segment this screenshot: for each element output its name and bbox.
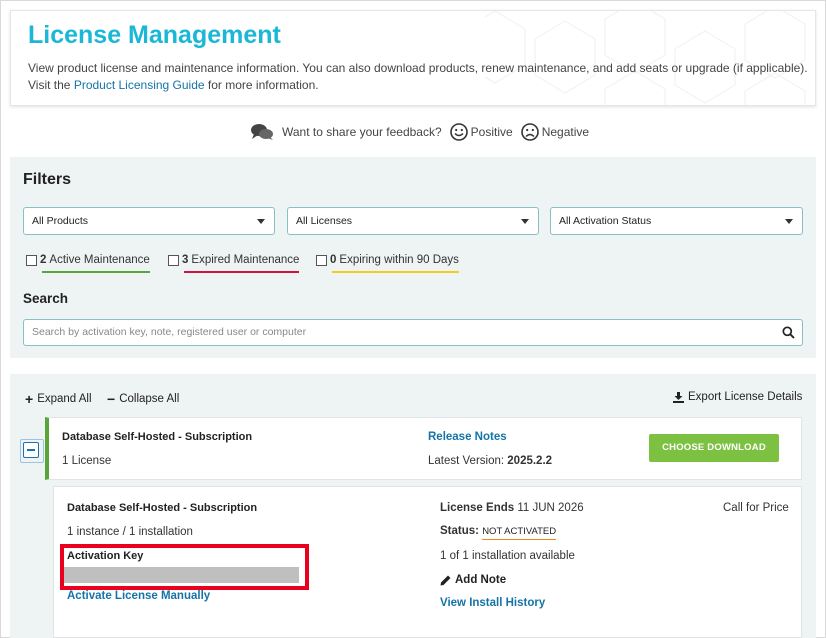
expiring-soon-count: 0 xyxy=(330,254,337,266)
price-text: Call for Price xyxy=(723,502,789,514)
status-label: Status: xyxy=(440,525,479,537)
minus-icon: − xyxy=(107,391,116,407)
negative-feedback-button[interactable]: Negative xyxy=(520,123,590,141)
positive-label: Positive xyxy=(470,125,513,139)
filters-panel: Filters All Products All Licenses All Ac… xyxy=(10,157,816,358)
expand-all-button[interactable]: + Expand All xyxy=(25,391,92,407)
license-detail-card: Database Self-Hosted - Subscription 1 in… xyxy=(53,486,802,638)
expand-all-label: Expand All xyxy=(37,393,92,405)
status-badge: NOT ACTIVATED xyxy=(482,526,557,540)
products-select-value: All Products xyxy=(32,215,89,227)
active-maintenance-label: Active Maintenance xyxy=(49,254,150,266)
products-select[interactable]: All Products xyxy=(23,207,275,235)
expiring-soon-underline xyxy=(332,271,459,273)
latest-version: Latest Version: 2025.2.2 xyxy=(428,455,552,467)
header-card: License Management View product license … xyxy=(10,10,816,106)
expiring-soon-checkbox[interactable] xyxy=(316,254,327,266)
license-name: Database Self-Hosted - Subscription xyxy=(67,502,258,514)
add-note-button[interactable]: Add Note xyxy=(440,574,506,586)
chat-bubbles-icon xyxy=(251,124,273,140)
page-description: View product license and maintenance inf… xyxy=(28,60,808,94)
active-maintenance-filter[interactable]: 2 Active Maintenance xyxy=(26,251,150,273)
activate-license-manually-link[interactable]: Activate License Manually xyxy=(67,590,210,602)
export-label: Export License Details xyxy=(688,391,803,403)
licenses-select[interactable]: All Licenses xyxy=(287,207,539,235)
expired-maintenance-label: Expired Maintenance xyxy=(191,254,300,266)
plus-icon: + xyxy=(25,391,34,407)
active-maintenance-underline xyxy=(42,271,150,273)
expired-maintenance-underline xyxy=(184,271,300,273)
choose-download-button[interactable]: CHOOSE DOWNLOAD xyxy=(649,434,779,462)
description-text-end: for more information. xyxy=(204,78,319,92)
latest-version-label: Latest Version: xyxy=(428,455,505,467)
license-list-panel: + Expand All − Collapse All Export Licen… xyxy=(10,374,816,638)
expired-maintenance-filter[interactable]: 3 Expired Maintenance xyxy=(168,251,300,273)
search-title: Search xyxy=(23,291,69,306)
license-count: 1 License xyxy=(62,455,112,467)
license-ends-label: License Ends xyxy=(440,502,515,514)
add-note-label: Add Note xyxy=(455,574,507,586)
release-notes-link[interactable]: Release Notes xyxy=(428,431,507,443)
search-placeholder: Search by activation key, note, register… xyxy=(32,326,307,338)
pencil-icon xyxy=(440,575,451,585)
chevron-down-icon xyxy=(785,219,793,224)
activation-status-select[interactable]: All Activation Status xyxy=(550,207,803,235)
download-icon xyxy=(673,391,684,403)
active-maintenance-count: 2 xyxy=(40,254,47,266)
product-licensing-guide-link[interactable]: Product Licensing Guide xyxy=(74,78,205,92)
license-ends: License Ends 11 JUN 2026 xyxy=(440,502,584,514)
instances-text: 1 instance / 1 installation xyxy=(67,526,193,538)
license-ends-date: 11 JUN 2026 xyxy=(517,502,584,514)
view-install-history-link[interactable]: View Install History xyxy=(440,597,545,609)
activation-key-highlight xyxy=(60,544,309,590)
product-card: Database Self-Hosted - Subscription 1 Li… xyxy=(45,417,802,480)
activation-status: Status: NOT ACTIVATED xyxy=(440,525,557,540)
feedback-row: Want to share your feedback? Positive Ne… xyxy=(250,121,589,143)
product-name: Database Self-Hosted - Subscription xyxy=(62,431,253,443)
search-input[interactable]: Search by activation key, note, register… xyxy=(23,319,803,346)
search-icon[interactable] xyxy=(782,326,795,339)
filters-title: Filters xyxy=(23,171,72,188)
active-maintenance-checkbox[interactable] xyxy=(26,254,37,266)
licenses-select-value: All Licenses xyxy=(296,215,353,227)
activation-status-select-value: All Activation Status xyxy=(559,215,652,227)
chevron-down-icon xyxy=(257,219,265,224)
page-title: License Management xyxy=(28,21,281,49)
smile-icon xyxy=(449,123,468,141)
latest-version-value: 2025.2.2 xyxy=(507,455,553,467)
collapse-all-button[interactable]: − Collapse All xyxy=(107,391,179,407)
frown-icon xyxy=(520,123,539,141)
collapse-product-toggle[interactable] xyxy=(20,439,44,463)
negative-label: Negative xyxy=(541,125,590,139)
expiring-soon-filter[interactable]: 0 Expiring within 90 Days xyxy=(316,251,459,273)
expired-maintenance-checkbox[interactable] xyxy=(168,254,179,266)
positive-feedback-button[interactable]: Positive xyxy=(449,123,513,141)
installations-available: 1 of 1 installation available xyxy=(440,550,575,562)
export-license-details-button[interactable]: Export License Details xyxy=(673,391,802,403)
collapse-all-label: Collapse All xyxy=(119,393,180,405)
expiring-soon-label: Expiring within 90 Days xyxy=(339,254,459,266)
expired-maintenance-count: 3 xyxy=(182,254,189,266)
chevron-down-icon xyxy=(521,219,529,224)
feedback-prompt: Want to share your feedback? xyxy=(282,125,442,139)
